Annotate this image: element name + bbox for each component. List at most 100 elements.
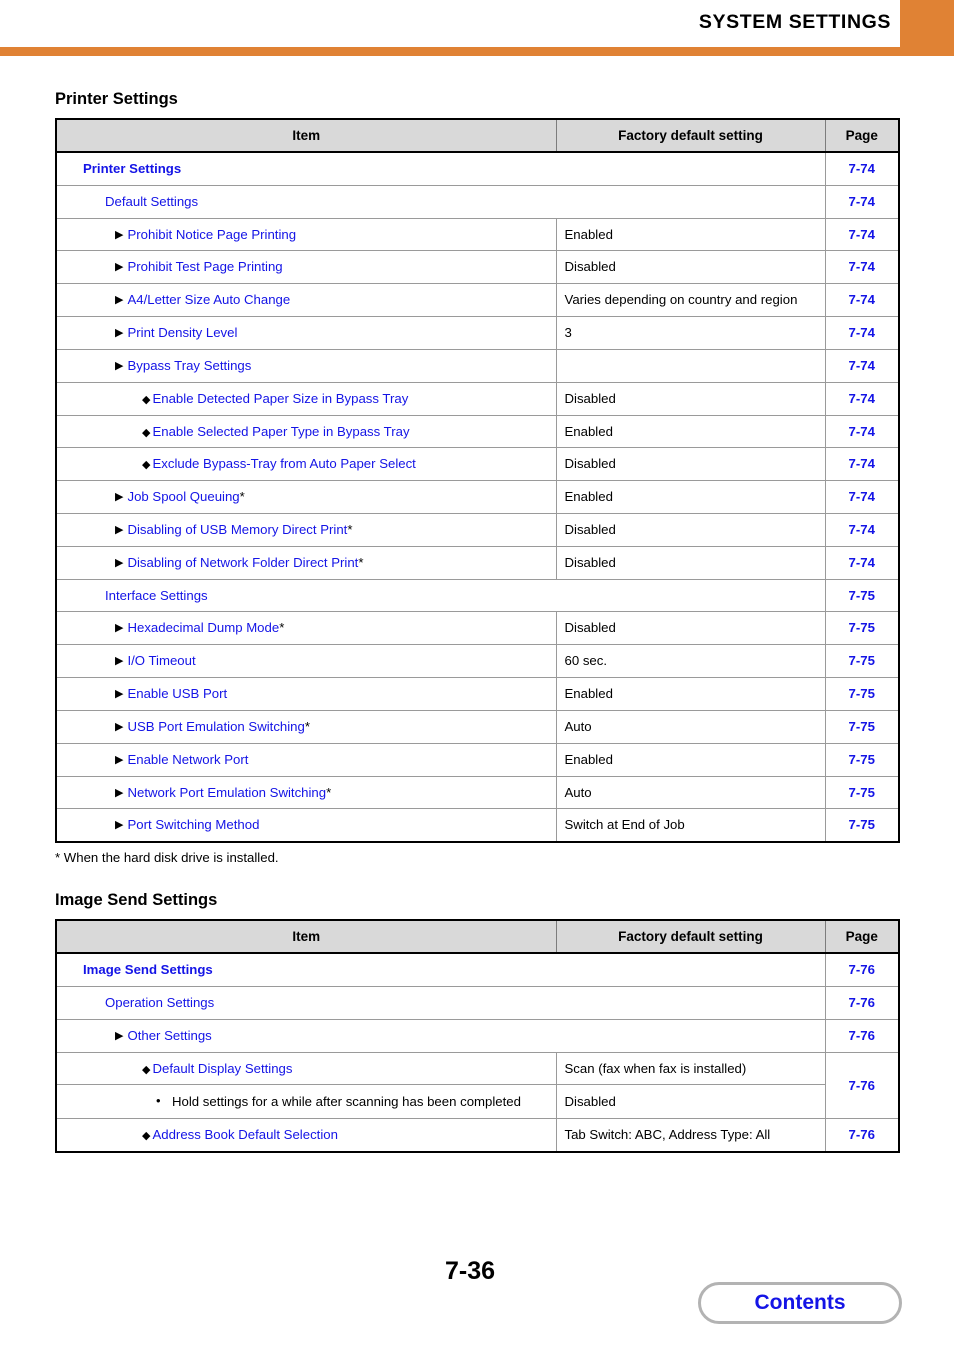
factory-default-cell: Enabled xyxy=(555,742,826,777)
table-row: ▶ Job Spool Queuing* Enabled 7-74 xyxy=(56,480,899,515)
setting-item-link[interactable]: ▶ Prohibit Notice Page Printing xyxy=(115,227,296,242)
image-send-settings-table: Item Factory default setting Page Image … xyxy=(55,919,900,1154)
setting-item-cell: ◆ Default Display Settings xyxy=(56,1051,557,1086)
triangle-bullet-icon: ▶ xyxy=(115,261,124,274)
triangle-bullet-icon: ▶ xyxy=(115,359,124,372)
setting-item-link[interactable]: ▶ Enable USB Port xyxy=(115,686,227,701)
setting-item-link[interactable]: ▶ Other Settings xyxy=(115,1028,212,1043)
setting-item-link[interactable]: ◆ Enable Selected Paper Type in Bypass Tr… xyxy=(142,424,410,439)
setting-item-cell: ▶ A4/Letter Size Auto Change xyxy=(56,283,557,318)
setting-item-link[interactable]: ◆ Default Display Settings xyxy=(142,1061,292,1076)
page-reference-link[interactable]: 7-74 xyxy=(824,316,899,350)
factory-default-cell: Disabled xyxy=(555,1084,825,1120)
printer-footnote: * When the hard disk drive is installed. xyxy=(55,850,279,866)
page-reference-link[interactable]: 7-75 xyxy=(824,709,899,744)
table-row: ▶ I/O Timeout 60 sec. 7-75 xyxy=(56,644,899,679)
diamond-bullet-icon: ◆ xyxy=(142,426,151,439)
setting-item-link[interactable]: ▶ Port Switching Method xyxy=(115,817,259,832)
page-reference-link[interactable]: 7-75 xyxy=(824,775,899,810)
page-reference-link[interactable]: 7-75 xyxy=(824,742,899,777)
setting-item-link[interactable]: ▶ Network Port Emulation Switching* xyxy=(115,785,331,800)
page-reference-link[interactable]: 7-74 xyxy=(824,545,899,580)
factory-default-cell: 3 xyxy=(555,316,826,350)
page-reference-link[interactable]: 7-75 xyxy=(824,808,899,843)
image-send-settings-heading: Image Send Settings xyxy=(55,891,218,910)
page-reference-link[interactable]: 7-76 xyxy=(824,1051,899,1120)
page-reference-link[interactable]: 7-75 xyxy=(824,611,899,646)
page-reference-link[interactable]: 7-74 xyxy=(824,151,899,186)
setting-item-link[interactable]: ◆ Address Book Default Selection xyxy=(142,1127,338,1142)
diamond-bullet-icon: ◆ xyxy=(142,393,151,406)
setting-item-link[interactable]: ▶ Print Density Level xyxy=(115,325,237,340)
factory-default-cell: Enabled xyxy=(555,480,826,515)
table-row: ◆ Enable Detected Paper Size in Bypass Tr… xyxy=(56,381,899,416)
table-row: ▶ Enable Network Port Enabled 7-75 xyxy=(56,742,899,777)
page-reference-link[interactable]: 7-74 xyxy=(824,184,899,219)
setting-item-link[interactable]: ▶ A4/Letter Size Auto Change xyxy=(115,292,290,307)
page-header: SYSTEM SETTINGS xyxy=(0,0,954,56)
page-reference-link[interactable]: 7-75 xyxy=(824,677,899,711)
table-row: ▶ Bypass Tray Settings 7-74 xyxy=(56,348,899,383)
setting-item-cell: ◆ Exclude Bypass-Tray from Auto Paper Sel… xyxy=(56,447,557,482)
page-reference-link[interactable]: 7-74 xyxy=(824,348,899,383)
setting-item-link[interactable]: Default Settings xyxy=(105,194,198,209)
page-reference-link[interactable]: 7-74 xyxy=(824,250,899,285)
setting-item-cell: Operation Settings xyxy=(56,985,826,1020)
setting-item-cell: ▶ Prohibit Test Page Printing xyxy=(56,250,557,285)
triangle-bullet-icon: ▶ xyxy=(115,228,124,241)
printer-settings-heading: Printer Settings xyxy=(55,90,178,108)
triangle-bullet-icon: ▶ xyxy=(115,1029,124,1042)
triangle-bullet-icon: ▶ xyxy=(115,524,124,537)
page-reference-link[interactable]: 7-74 xyxy=(824,414,899,449)
contents-button[interactable]: Contents xyxy=(698,1282,902,1324)
setting-item-link[interactable]: ▶ I/O Timeout xyxy=(115,653,196,668)
page-reference-link[interactable]: 7-75 xyxy=(824,644,899,679)
setting-item-link[interactable]: Operation Settings xyxy=(105,995,214,1010)
image-send-table-body: Image Send Settings 7-76 Operation Setting… xyxy=(56,952,899,1153)
page-reference-link[interactable]: 7-76 xyxy=(824,985,899,1020)
setting-item-link[interactable]: ▶ Disabling of USB Memory Direct Print* xyxy=(115,522,352,537)
page-reference-link[interactable]: 7-74 xyxy=(824,513,899,547)
setting-item-link[interactable]: ▶ Bypass Tray Settings xyxy=(115,358,251,373)
page-reference-link[interactable]: 7-76 xyxy=(824,952,899,987)
setting-item-link[interactable]: ▶ Enable Network Port xyxy=(115,752,248,767)
setting-item-cell: ▶ Enable Network Port xyxy=(56,742,557,777)
page-reference-link[interactable]: 7-74 xyxy=(824,283,899,318)
page-header-title: SYSTEM SETTINGS xyxy=(698,11,891,33)
page-reference-link[interactable]: 7-76 xyxy=(824,1018,899,1053)
page-reference-link[interactable]: 7-74 xyxy=(824,447,899,482)
setting-item-link[interactable]: ▶ Disabling of Network Folder Direct Prin… xyxy=(115,555,363,570)
setting-item-link[interactable]: ◆ Enable Detected Paper Size in Bypass Tr… xyxy=(142,391,408,406)
page-reference-link[interactable]: 7-75 xyxy=(824,578,899,613)
setting-item-cell: ▶ Port Switching Method xyxy=(56,808,557,843)
page-number: 7-36 xyxy=(445,1257,496,1285)
column-header-item: Item xyxy=(56,119,557,153)
factory-default-cell: Disabled xyxy=(555,381,826,416)
setting-item-link[interactable]: ▶ Hexadecimal Dump Mode* xyxy=(115,620,284,635)
setting-item-link[interactable]: Interface Settings xyxy=(105,588,208,603)
setting-item-cell: ▶ Print Density Level xyxy=(56,316,557,350)
setting-item-cell: Default Settings xyxy=(56,184,826,219)
page-reference-link[interactable]: 7-74 xyxy=(824,480,899,515)
factory-default-cell: Enabled xyxy=(555,217,826,252)
table-row: ▶ Print Density Level 3 7-74 xyxy=(56,316,899,350)
factory-default-cell xyxy=(555,348,826,383)
page-reference-link[interactable]: 7-74 xyxy=(824,217,899,252)
table-header-row: Item Factory default setting Page xyxy=(56,920,899,954)
setting-item-link[interactable]: ▶ USB Port Emulation Switching* xyxy=(115,719,310,734)
setting-item-link[interactable]: Image Send Settings xyxy=(83,962,213,977)
page-reference-link[interactable]: 7-76 xyxy=(824,1118,899,1153)
triangle-bullet-icon: ▶ xyxy=(115,556,124,569)
setting-item-link[interactable]: Printer Settings xyxy=(83,161,181,176)
page-reference-link[interactable]: 7-74 xyxy=(824,381,899,416)
setting-item-link[interactable]: ▶ Prohibit Test Page Printing xyxy=(115,259,283,274)
setting-item-link[interactable]: ◆ Exclude Bypass-Tray from Auto Paper Sel… xyxy=(142,456,416,471)
page-content: Printer Settings Item Factory default se… xyxy=(0,90,954,1154)
setting-item-cell: ▶ USB Port Emulation Switching* xyxy=(56,709,557,744)
table-row: ▶ Enable USB Port Enabled 7-75 xyxy=(56,677,899,711)
factory-default-cell: Switch at End of Job xyxy=(555,808,826,843)
setting-item-link[interactable]: ▶ Job Spool Queuing* xyxy=(115,489,245,504)
header-accent-block xyxy=(900,0,954,47)
table-row: ▶ Disabling of Network Folder Direct Prin… xyxy=(56,545,899,580)
printer-table-head: Item Factory default setting Page xyxy=(56,119,899,153)
